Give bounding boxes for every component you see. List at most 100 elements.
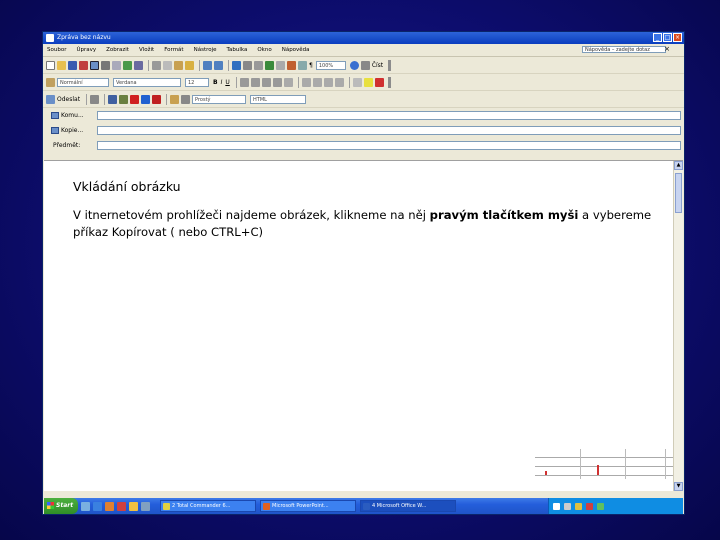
quicklaunch-ie-icon[interactable]	[93, 501, 102, 511]
start-button[interactable]: Start	[44, 498, 78, 514]
styles-icon[interactable]	[46, 77, 55, 87]
book-icon[interactable]	[360, 60, 370, 70]
insert-excel-icon[interactable]	[265, 60, 274, 70]
print-preview-icon[interactable]	[112, 60, 121, 70]
toolbar-options-icon[interactable]	[388, 59, 392, 71]
to-field[interactable]	[97, 111, 681, 120]
undo-icon[interactable]	[203, 60, 212, 70]
help-search-input[interactable]: Nápověda – zadejte dotaz	[582, 46, 666, 53]
quicklaunch-app-icon[interactable]	[141, 501, 150, 511]
task-total-commander[interactable]: 2 Total Commander 6...	[160, 500, 256, 512]
encoding-select[interactable]: HTML	[250, 94, 307, 104]
tables-borders-icon[interactable]	[243, 60, 252, 70]
scroll-thumb[interactable]	[675, 173, 682, 213]
align-right-icon[interactable]	[261, 77, 271, 87]
redo-icon[interactable]	[214, 60, 223, 70]
message-format-select[interactable]: Prostý	[192, 94, 247, 104]
font-color-icon[interactable]	[374, 77, 384, 87]
tray-app-icon[interactable]	[575, 502, 582, 510]
zoom-select[interactable]: 100%	[315, 60, 346, 70]
tray-network-icon[interactable]	[553, 502, 560, 510]
bullets-icon[interactable]	[312, 77, 322, 87]
highlight-icon[interactable]	[363, 77, 373, 87]
justify-icon[interactable]	[272, 77, 282, 87]
show-formatting-icon[interactable]: ¶	[309, 62, 313, 69]
menu-format[interactable]: Formát	[164, 47, 183, 53]
tray-volume-icon[interactable]	[564, 502, 571, 510]
menu-table[interactable]: Tabulka	[227, 47, 248, 53]
task-powerpoint[interactable]: Microsoft PowerPoint...	[260, 500, 356, 512]
menu-edit[interactable]: Úpravy	[76, 47, 96, 53]
spelling-icon[interactable]	[123, 60, 132, 70]
menu-insert[interactable]: Vložit	[139, 47, 154, 53]
vertical-scrollbar[interactable]: ▲ ▼	[673, 161, 683, 491]
to-button[interactable]: Komu...	[51, 111, 95, 121]
insert-table-icon[interactable]	[254, 60, 263, 70]
save-icon[interactable]	[68, 60, 77, 70]
menu-file[interactable]: Soubor	[47, 47, 66, 53]
paste-icon[interactable]	[174, 60, 183, 70]
bold-button[interactable]: B	[213, 79, 218, 86]
send-icon[interactable]	[46, 94, 55, 104]
cc-button[interactable]: Kopie...	[51, 126, 95, 136]
close-button[interactable]: ×	[673, 33, 682, 42]
columns-icon[interactable]	[276, 60, 285, 70]
increase-indent-icon[interactable]	[334, 77, 344, 87]
line-spacing-icon[interactable]	[283, 77, 293, 87]
tray-app-icon[interactable]	[597, 502, 604, 510]
menu-view[interactable]: Zobrazit	[106, 47, 129, 53]
italic-button[interactable]: I	[221, 79, 223, 86]
read-mode-button[interactable]: Číst	[372, 62, 383, 69]
message-body[interactable]: Vkládání obrázku V itnernetovém prohlíže…	[44, 160, 683, 491]
underline-button[interactable]: U	[225, 79, 229, 86]
scroll-down-icon[interactable]: ▼	[674, 482, 683, 491]
quicklaunch-desktop-icon[interactable]	[81, 501, 90, 511]
send-button[interactable]: Odeslat	[57, 96, 80, 103]
task-word[interactable]: 4 Microsoft Office W...	[360, 500, 456, 512]
tray-app-icon[interactable]	[586, 502, 593, 510]
align-center-icon[interactable]	[250, 77, 260, 87]
toolbar-options-icon[interactable]	[387, 76, 391, 88]
copy-icon[interactable]	[163, 60, 172, 70]
research-icon[interactable]	[134, 60, 143, 70]
check-names-icon[interactable]	[119, 94, 129, 104]
decrease-indent-icon[interactable]	[323, 77, 333, 87]
title-bar[interactable]: Zpráva bez názvu _ □ ×	[43, 32, 684, 44]
document-map-icon[interactable]	[298, 60, 307, 70]
close-document-icon[interactable]: ×	[664, 45, 670, 53]
format-painter-icon[interactable]	[185, 60, 194, 70]
align-left-icon[interactable]	[239, 77, 249, 87]
cc-field[interactable]	[97, 126, 681, 135]
quicklaunch-app-icon[interactable]	[129, 501, 138, 511]
menu-tools[interactable]: Nástroje	[194, 47, 217, 53]
attach-icon[interactable]	[90, 94, 100, 104]
options-icon[interactable]	[170, 94, 180, 104]
hyperlink-icon[interactable]	[232, 60, 241, 70]
new-document-icon[interactable]	[46, 60, 55, 70]
address-book-icon[interactable]	[108, 94, 118, 104]
font-select[interactable]: Verdana	[113, 77, 181, 87]
maximize-button[interactable]: □	[663, 33, 672, 42]
drawing-icon[interactable]	[287, 60, 296, 70]
menu-window[interactable]: Okno	[257, 47, 271, 53]
subject-field[interactable]	[97, 141, 681, 150]
email-icon[interactable]	[90, 60, 99, 70]
font-size-select[interactable]: 12	[185, 77, 209, 87]
importance-low-icon[interactable]	[141, 94, 151, 104]
print-icon[interactable]	[101, 60, 110, 70]
permission-icon[interactable]	[79, 60, 88, 70]
quicklaunch-app-icon[interactable]	[117, 501, 126, 511]
numbering-icon[interactable]	[301, 77, 311, 87]
flag-icon[interactable]	[152, 94, 162, 104]
cut-icon[interactable]	[152, 60, 161, 70]
menu-help[interactable]: Nápověda	[282, 47, 310, 53]
bcc-icon[interactable]	[181, 94, 191, 104]
minimize-button[interactable]: _	[653, 33, 662, 42]
borders-icon[interactable]	[352, 77, 362, 87]
style-select[interactable]: Normální	[57, 77, 109, 87]
scroll-up-icon[interactable]: ▲	[674, 161, 683, 170]
quicklaunch-media-icon[interactable]	[105, 501, 114, 511]
open-folder-icon[interactable]	[57, 60, 66, 70]
help-icon[interactable]	[349, 60, 359, 70]
importance-high-icon[interactable]	[130, 94, 140, 104]
